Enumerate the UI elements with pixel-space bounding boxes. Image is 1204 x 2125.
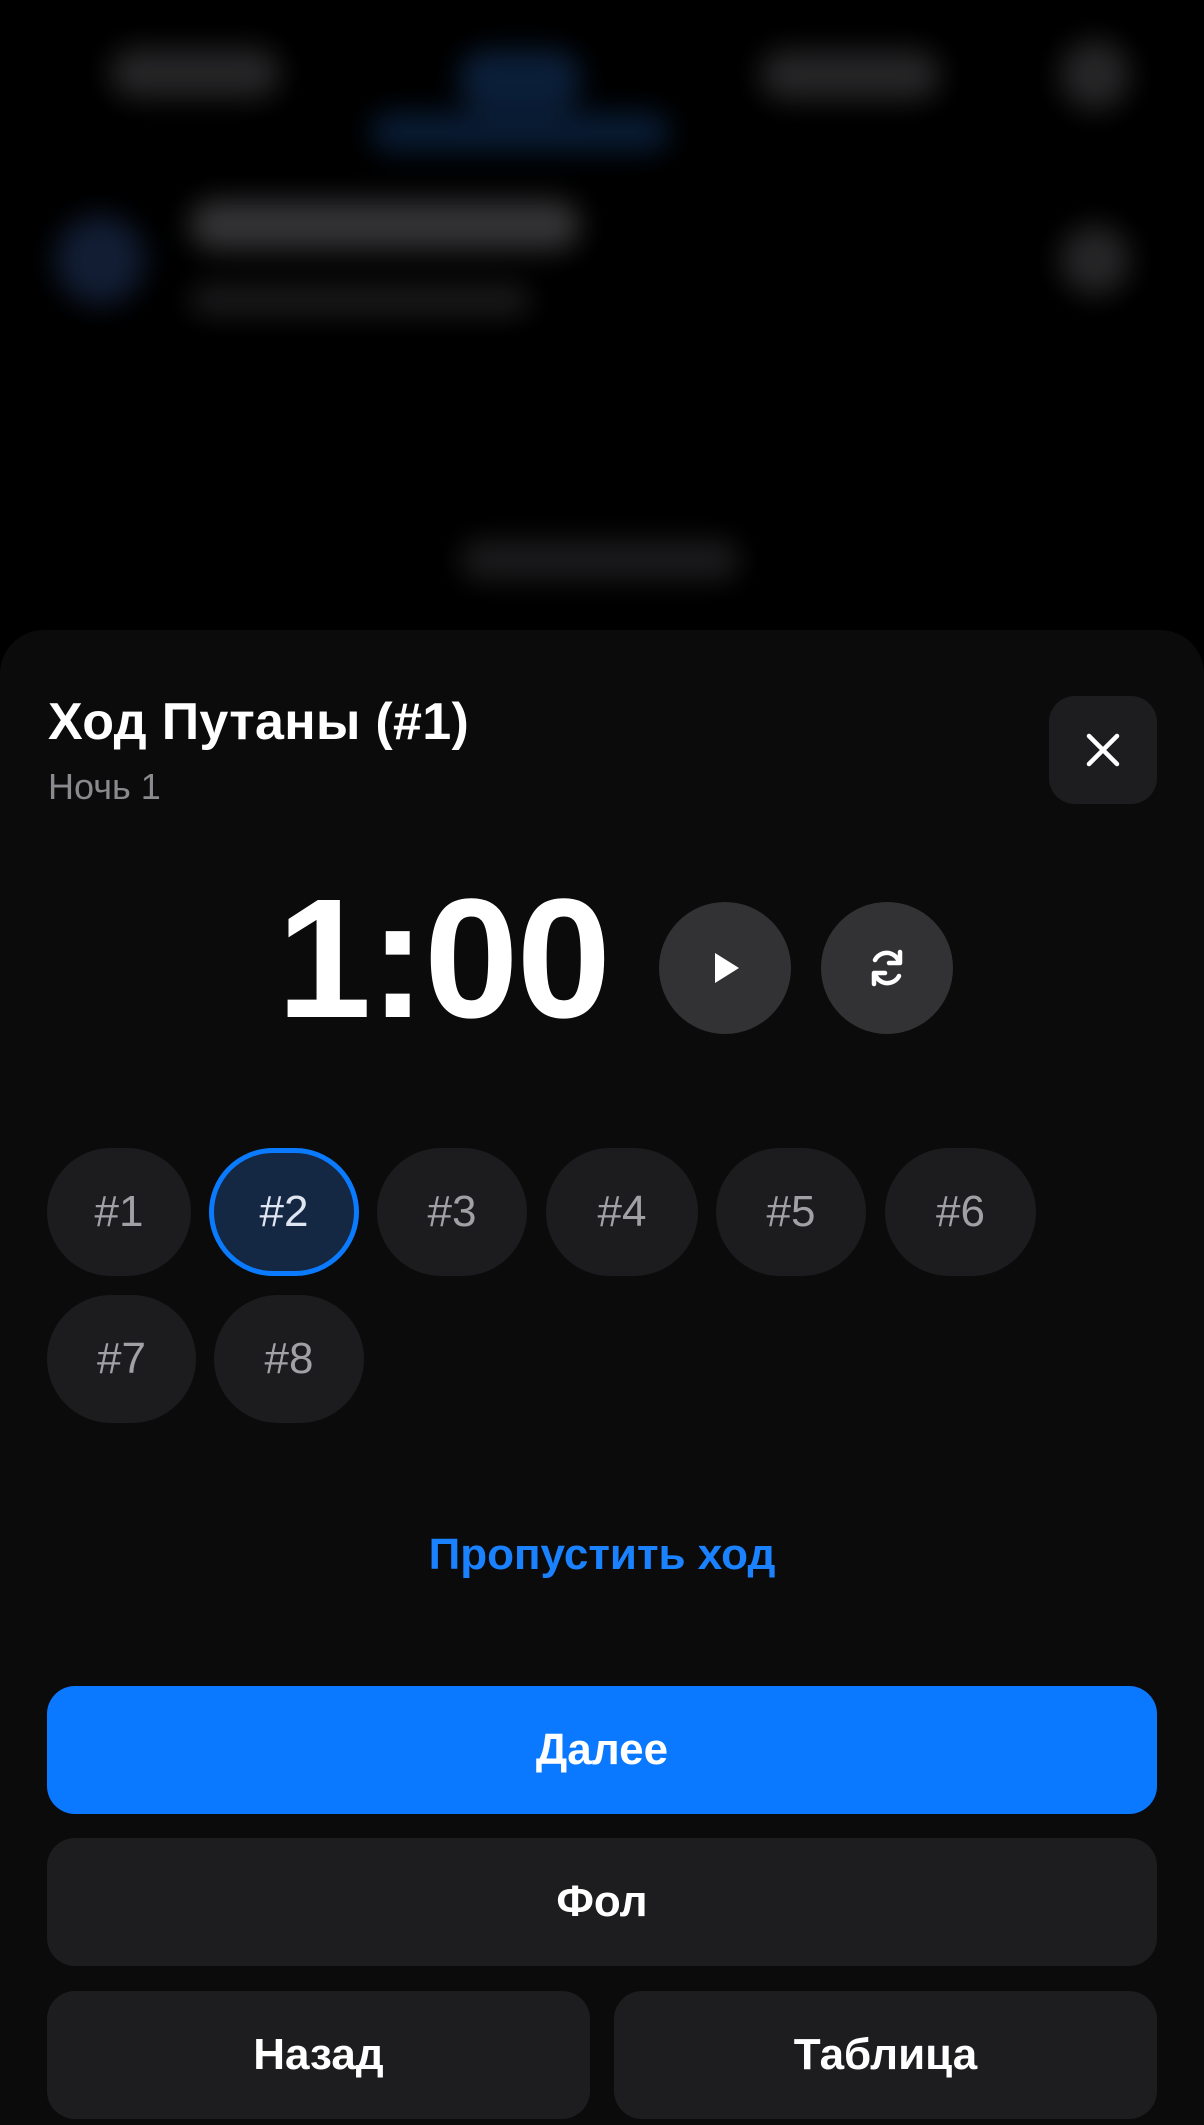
- turn-timer: 1:00: [276, 864, 611, 1054]
- player-chip-label: #7: [97, 1334, 146, 1383]
- refresh-icon: [871, 949, 903, 987]
- close-button[interactable]: [1049, 696, 1157, 804]
- player-chip-5[interactable]: #5: [716, 1148, 866, 1276]
- turn-sheet: Ход Путаны (#1) Ночь 1 1:00 #1 #2 #3 #4 …: [0, 630, 1204, 2125]
- player-chip-7[interactable]: #7: [47, 1295, 196, 1423]
- player-chip-8[interactable]: #8: [214, 1295, 364, 1423]
- blurred-background: [0, 0, 1204, 640]
- sheet-subtitle: Ночь 1: [48, 766, 161, 807]
- reset-timer-button[interactable]: [821, 902, 953, 1034]
- player-chip-label: #1: [94, 1187, 144, 1236]
- next-button[interactable]: Далее: [47, 1686, 1157, 1814]
- player-chip-2[interactable]: #2: [209, 1148, 359, 1276]
- player-chip-label: #3: [427, 1187, 477, 1236]
- play-icon: [715, 953, 739, 983]
- foul-button[interactable]: Фол: [47, 1838, 1157, 1966]
- screen: Ход Путаны (#1) Ночь 1 1:00 #1 #2 #3 #4 …: [0, 0, 1204, 2125]
- player-chip-label: #8: [264, 1334, 314, 1383]
- back-button[interactable]: Назад: [47, 1991, 590, 2119]
- player-chip-label: #4: [597, 1187, 647, 1236]
- skip-turn-link[interactable]: Пропустить ход: [0, 1530, 1204, 1580]
- sheet-title: Ход Путаны (#1): [48, 693, 470, 751]
- player-chip-1[interactable]: #1: [47, 1148, 191, 1276]
- close-icon: [1086, 733, 1120, 767]
- player-chip-6[interactable]: #6: [885, 1148, 1036, 1276]
- player-chip-3[interactable]: #3: [377, 1148, 527, 1276]
- player-chip-4[interactable]: #4: [546, 1148, 698, 1276]
- play-button[interactable]: [659, 902, 791, 1034]
- player-chip-label: #6: [936, 1187, 985, 1236]
- table-button[interactable]: Таблица: [614, 1991, 1157, 2119]
- player-chip-label: #5: [766, 1187, 816, 1236]
- player-chip-label: #2: [259, 1187, 309, 1236]
